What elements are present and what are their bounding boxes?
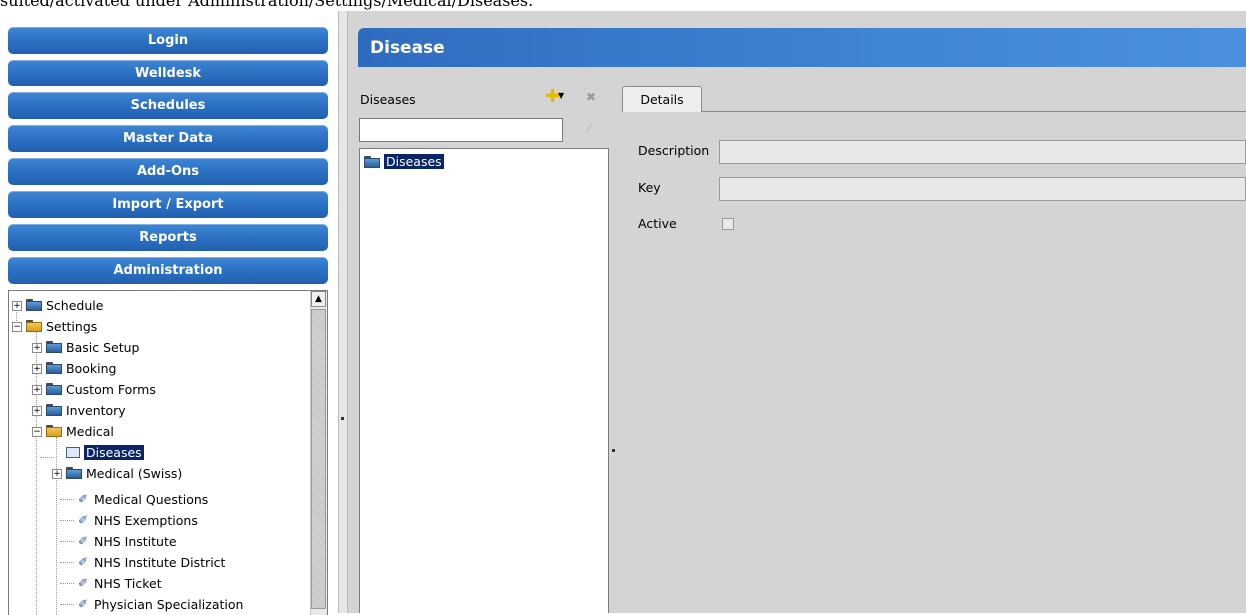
tree-item-label: Physician Specialization — [94, 596, 244, 612]
tree-item-label: Medical (Swiss) — [86, 465, 183, 481]
scroll-up-arrow-icon[interactable]: ▲ — [311, 291, 326, 307]
tree-item-label: NHS Exemptions — [94, 512, 198, 528]
left-navigation-pane: Login Welldesk Schedules Master Data Add… — [0, 11, 338, 615]
tree-item-label: Inventory — [66, 402, 126, 418]
tree-item-settings[interactable]: Settings — [26, 316, 97, 336]
nav-schedules-button[interactable]: Schedules — [8, 92, 328, 119]
page-caption: suited/activated under Administration/Se… — [0, 0, 534, 10]
scroll-thumb[interactable] — [311, 309, 326, 609]
content-pane: Disease Diseases ✚ ▼ ✖ ⁄ Diseases Detail… — [348, 11, 1246, 613]
folder-icon — [66, 467, 82, 479]
list-splitter[interactable] — [610, 81, 620, 613]
tree-item-label: Schedule — [46, 297, 104, 313]
tree-item-medical-swiss[interactable]: Medical (Swiss) — [66, 463, 182, 483]
pin-icon: ✐ — [77, 513, 89, 527]
tree-item-medical[interactable]: Medical — [46, 421, 114, 441]
nav-import-export-button[interactable]: Import / Export — [8, 191, 328, 218]
tree-scrollbar[interactable]: ▲ — [310, 291, 327, 615]
page-title: Disease — [358, 28, 1246, 67]
tree-item-nhs-institute[interactable]: ✐ NHS Institute — [76, 531, 177, 551]
expand-medical-swiss-icon[interactable]: + — [52, 469, 62, 479]
folder-icon — [46, 362, 62, 374]
dropdown-arrow-icon[interactable]: ▼ — [558, 91, 564, 100]
open-folder-icon — [46, 425, 62, 437]
list-item-diseases[interactable]: Diseases — [364, 154, 444, 169]
expand-schedule-icon[interactable]: + — [12, 301, 22, 311]
nav-reports-button[interactable]: Reports — [8, 224, 328, 251]
tree-item-basic-setup[interactable]: Basic Setup — [46, 337, 139, 357]
delete-icon[interactable]: ✖ — [586, 90, 596, 104]
tree-item-custom-forms[interactable]: Custom Forms — [46, 379, 156, 399]
tree-item-label: NHS Institute District — [94, 554, 226, 570]
expand-basic-setup-icon[interactable]: + — [32, 343, 42, 353]
diseases-tree[interactable]: Diseases — [359, 148, 609, 613]
tree-item-nhs-institute-district[interactable]: ✐ NHS Institute District — [76, 552, 225, 572]
search-input[interactable] — [359, 118, 563, 142]
key-label: Key — [638, 180, 661, 195]
description-field[interactable] — [719, 140, 1246, 164]
expand-inventory-icon[interactable]: + — [32, 406, 42, 416]
tree-item-nhs-ticket[interactable]: ✐ NHS Ticket — [76, 573, 162, 593]
nav-add-ons-button[interactable]: Add-Ons — [8, 158, 328, 185]
splitter-handle-icon — [612, 449, 615, 452]
folder-icon — [46, 383, 62, 395]
tree-item-label: Custom Forms — [66, 381, 156, 397]
nav-master-data-button[interactable]: Master Data — [8, 125, 328, 152]
tree-item-label: Basic Setup — [66, 339, 140, 355]
expand-booking-icon[interactable]: + — [32, 364, 42, 374]
nav-welldesk-button[interactable]: Welldesk — [8, 60, 328, 86]
active-label: Active — [638, 216, 677, 231]
tree-item-booking[interactable]: Booking — [46, 358, 116, 378]
folder-icon — [364, 155, 380, 168]
active-checkbox[interactable] — [722, 218, 734, 230]
collapse-medical-icon[interactable]: − — [32, 427, 42, 437]
description-label: Description — [638, 143, 710, 158]
pin-icon: ✐ — [77, 534, 89, 548]
tree-item-label: Medical Questions — [94, 491, 209, 507]
pin-icon: ✐ — [77, 576, 89, 590]
open-folder-icon — [26, 320, 42, 332]
splitter-handle-icon — [341, 417, 344, 420]
tree-item-schedule[interactable]: Schedule — [26, 295, 103, 315]
details-panel: Details Description Key Active — [622, 81, 1246, 613]
expand-custom-forms-icon[interactable]: + — [32, 385, 42, 395]
tree-item-diseases[interactable]: Diseases — [66, 442, 144, 462]
form-icon — [66, 446, 80, 458]
tree-item-physician-specialization[interactable]: ✐ Physician Specialization — [76, 594, 243, 614]
administration-tree[interactable]: + Schedule − Settings + Basic Setup + Bo… — [8, 290, 328, 615]
tree-item-label: NHS Institute — [94, 533, 177, 549]
folder-icon — [46, 404, 62, 416]
tab-details[interactable]: Details — [622, 86, 702, 112]
tree-item-nhs-exemptions[interactable]: ✐ NHS Exemptions — [76, 510, 198, 530]
main-splitter[interactable] — [338, 11, 348, 613]
tree-item-label: Medical — [66, 423, 114, 439]
collapse-settings-icon[interactable]: − — [12, 322, 22, 332]
tree-item-label: Diseases — [84, 444, 144, 460]
tree-item-label: Settings — [46, 318, 98, 334]
key-field[interactable] — [719, 177, 1246, 201]
tree-item-label: NHS Ticket — [94, 575, 162, 591]
tree-item-medical-questions[interactable]: ✐ Medical Questions — [76, 489, 208, 509]
folder-icon — [46, 341, 62, 353]
pin-icon: ✐ — [77, 597, 89, 611]
nav-administration-button[interactable]: Administration — [8, 257, 328, 284]
tree-item-label: Booking — [66, 360, 117, 376]
list-label: Diseases — [360, 92, 416, 107]
tree-item-inventory[interactable]: Inventory — [46, 400, 126, 420]
pin-icon: ✐ — [77, 492, 89, 506]
list-item-label: Diseases — [384, 154, 444, 169]
nav-login-button[interactable]: Login — [8, 27, 328, 54]
clear-icon[interactable]: ⁄ — [588, 121, 590, 137]
folder-icon — [26, 299, 42, 311]
diseases-list-panel: Diseases ✚ ▼ ✖ ⁄ Diseases — [358, 81, 609, 613]
pin-icon: ✐ — [77, 555, 89, 569]
